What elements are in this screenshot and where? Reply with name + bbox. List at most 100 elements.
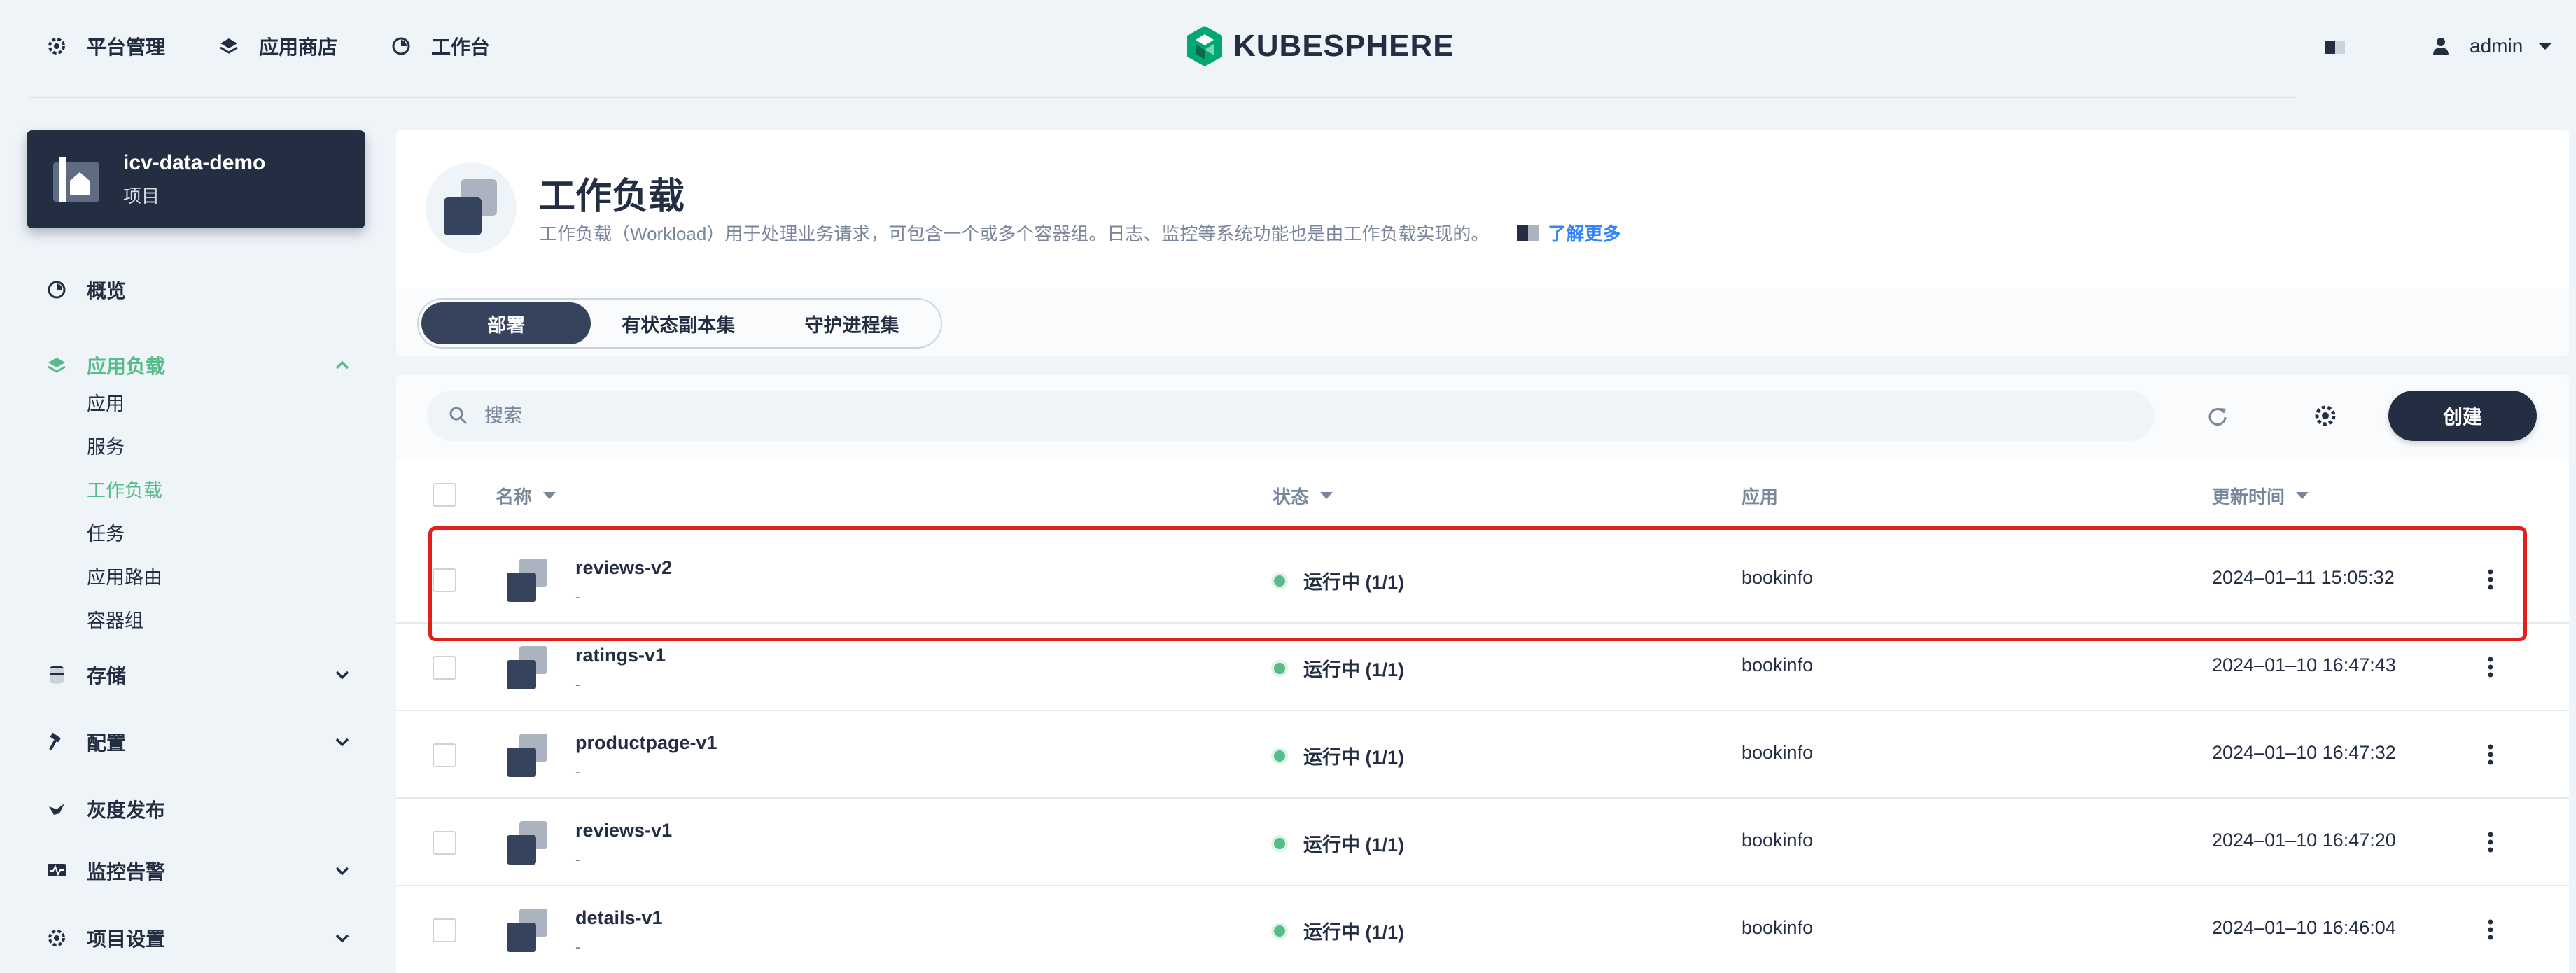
more-actions-icon[interactable] <box>2477 653 2505 681</box>
settings-gear-icon[interactable] <box>2311 402 2339 430</box>
sidebar-subitem-workloads[interactable]: 工作负载 <box>87 473 162 504</box>
sidebar-item-label: 项目设置 <box>87 928 166 950</box>
status-dot-icon <box>1274 837 1285 849</box>
book-icon <box>1514 222 1542 244</box>
table-row[interactable]: reviews-v1 - 运行中 (1/1) bookinfo 2024–01–… <box>396 799 2569 886</box>
workload-icon <box>503 556 552 605</box>
refresh-icon[interactable] <box>2204 402 2232 430</box>
kubesphere-logo-icon <box>1187 26 1222 66</box>
workload-name[interactable]: productpage-v1 <box>575 732 718 754</box>
sidebar-subitem-pods[interactable]: 容器组 <box>87 603 144 634</box>
top-navbar: 平台管理 应用商店 工作台 KUBESPHERE admin <box>0 0 2576 95</box>
sidebar-item-config[interactable]: 配置 <box>45 724 353 760</box>
sort-caret-icon <box>1320 492 1334 499</box>
workload-description: - <box>575 938 581 955</box>
updated-time: 2024–01–10 16:47:43 <box>2212 654 2396 676</box>
sidebar-item-app-workloads[interactable]: 应用负载 <box>45 347 353 384</box>
app-name: bookinfo <box>1742 654 1814 676</box>
workload-icon <box>503 906 552 955</box>
sidebar-item-storage[interactable]: 存储 <box>45 657 353 693</box>
nav-workbench[interactable]: 工作台 <box>389 31 490 62</box>
workload-list-panel: 创建 名称 状态 应用 更新时间 reviews-v2 - 运行中 (1/1) … <box>396 375 2569 973</box>
sidebar-subitem-jobs[interactable]: 任务 <box>87 517 125 547</box>
status-text: 运行中 (1/1) <box>1303 922 1405 943</box>
column-header-updated-label: 更新时间 <box>2212 486 2286 507</box>
sidebar-item-label: 概览 <box>87 280 127 302</box>
app-name: bookinfo <box>1742 567 1814 588</box>
workload-type-tabs: 部署 有状态副本集 守护进程集 <box>417 298 942 349</box>
sidebar-item-overview[interactable]: 概览 <box>45 272 353 308</box>
status-text: 运行中 (1/1) <box>1303 747 1405 768</box>
more-actions-icon[interactable] <box>2477 916 2505 944</box>
workload-description: - <box>575 763 581 780</box>
status-badge: 运行中 (1/1) <box>1274 654 1404 682</box>
more-actions-icon[interactable] <box>2477 828 2505 856</box>
table-row[interactable]: ratings-v1 - 运行中 (1/1) bookinfo 2024–01–… <box>396 624 2569 711</box>
create-button[interactable]: 创建 <box>2388 391 2537 441</box>
sidebar-subitem-services[interactable]: 服务 <box>87 430 125 461</box>
project-type: 项目 <box>123 185 160 206</box>
learn-more-link[interactable]: 了解更多 <box>1514 220 1620 246</box>
search-bar[interactable] <box>427 391 2155 441</box>
column-header-name[interactable]: 名称 <box>496 482 556 510</box>
list-toolbar: 创建 <box>396 375 2569 459</box>
nav-app-store[interactable]: 应用商店 <box>217 31 337 62</box>
project-icon <box>50 153 104 206</box>
kubesphere-logo[interactable]: KUBESPHERE <box>1186 24 1455 69</box>
updated-time: 2024–01–10 16:46:04 <box>2212 917 2396 938</box>
table-row[interactable]: details-v1 - 运行中 (1/1) bookinfo 2024–01–… <box>396 886 2569 973</box>
chevron-down-icon <box>332 732 353 752</box>
tabs-panel: 部署 有状态副本集 守护进程集 <box>396 288 2569 356</box>
sidebar-subitem-routes[interactable]: 应用路由 <box>87 560 162 591</box>
workload-name[interactable]: details-v1 <box>575 907 663 929</box>
monitor-pulse-icon <box>45 859 69 883</box>
page-description-text: 工作负载（Workload）用于处理业务请求，可包含一个或多个容器组。日志、监控… <box>539 223 1490 244</box>
row-checkbox[interactable] <box>433 918 456 942</box>
nav-app-store-label: 应用商店 <box>259 36 338 58</box>
row-checkbox[interactable] <box>433 568 456 592</box>
table-row[interactable]: productpage-v1 - 运行中 (1/1) bookinfo 2024… <box>396 711 2569 799</box>
chevron-down-icon <box>332 664 353 685</box>
sidebar-item-label: 应用负载 <box>87 356 166 377</box>
column-header-updated[interactable]: 更新时间 <box>2212 482 2309 510</box>
sidebar-item-monitoring[interactable]: 监控告警 <box>45 853 353 889</box>
status-badge: 运行中 (1/1) <box>1274 567 1404 594</box>
user-menu[interactable]: admin <box>2429 31 2554 62</box>
column-header-name-label: 名称 <box>496 486 533 507</box>
more-actions-icon[interactable] <box>2477 741 2505 769</box>
row-checkbox[interactable] <box>433 656 456 680</box>
column-header-status[interactable]: 状态 <box>1273 482 1334 510</box>
workload-name[interactable]: reviews-v2 <box>575 557 672 579</box>
row-checkbox[interactable] <box>433 831 456 855</box>
status-text: 运行中 (1/1) <box>1303 659 1405 680</box>
workload-name[interactable]: reviews-v1 <box>575 820 672 841</box>
nav-platform-management[interactable]: 平台管理 <box>45 31 165 62</box>
search-input[interactable] <box>484 405 2094 427</box>
updated-time: 2024–01–10 16:47:20 <box>2212 830 2396 850</box>
sidebar-item-grayscale-release[interactable]: 灰度发布 <box>45 791 353 827</box>
bird-icon <box>45 797 69 821</box>
sidebar-item-label: 配置 <box>87 732 127 754</box>
sidebar-toggle-icon[interactable] <box>2323 35 2348 60</box>
tab-deployments[interactable]: 部署 <box>421 302 592 344</box>
sidebar-item-label: 监控告警 <box>87 861 166 883</box>
workload-name[interactable]: ratings-v1 <box>575 645 666 666</box>
sidebar-item-label: 存储 <box>87 665 127 687</box>
select-all-checkbox[interactable] <box>433 483 456 507</box>
status-badge: 运行中 (1/1) <box>1274 830 1404 857</box>
chevron-down-icon <box>2537 41 2554 52</box>
layers-icon <box>45 354 69 377</box>
tab-daemonsets[interactable]: 守护进程集 <box>766 302 938 344</box>
more-actions-icon[interactable] <box>2477 566 2505 594</box>
sidebar-subitem-apps[interactable]: 应用 <box>87 386 125 417</box>
row-checkbox[interactable] <box>433 743 456 767</box>
learn-more-label: 了解更多 <box>1548 223 1621 244</box>
table-row[interactable]: reviews-v2 - 运行中 (1/1) bookinfo 2024–01–… <box>396 536 2569 624</box>
tab-statefulsets[interactable]: 有状态副本集 <box>591 302 766 344</box>
dashboard-icon <box>389 34 413 58</box>
workload-header-icon <box>426 162 517 253</box>
status-text: 运行中 (1/1) <box>1303 834 1405 855</box>
app-name: bookinfo <box>1742 830 1814 850</box>
sidebar-item-project-settings[interactable]: 项目设置 <box>45 920 353 956</box>
project-card[interactable]: icv-data-demo 项目 <box>27 130 365 228</box>
